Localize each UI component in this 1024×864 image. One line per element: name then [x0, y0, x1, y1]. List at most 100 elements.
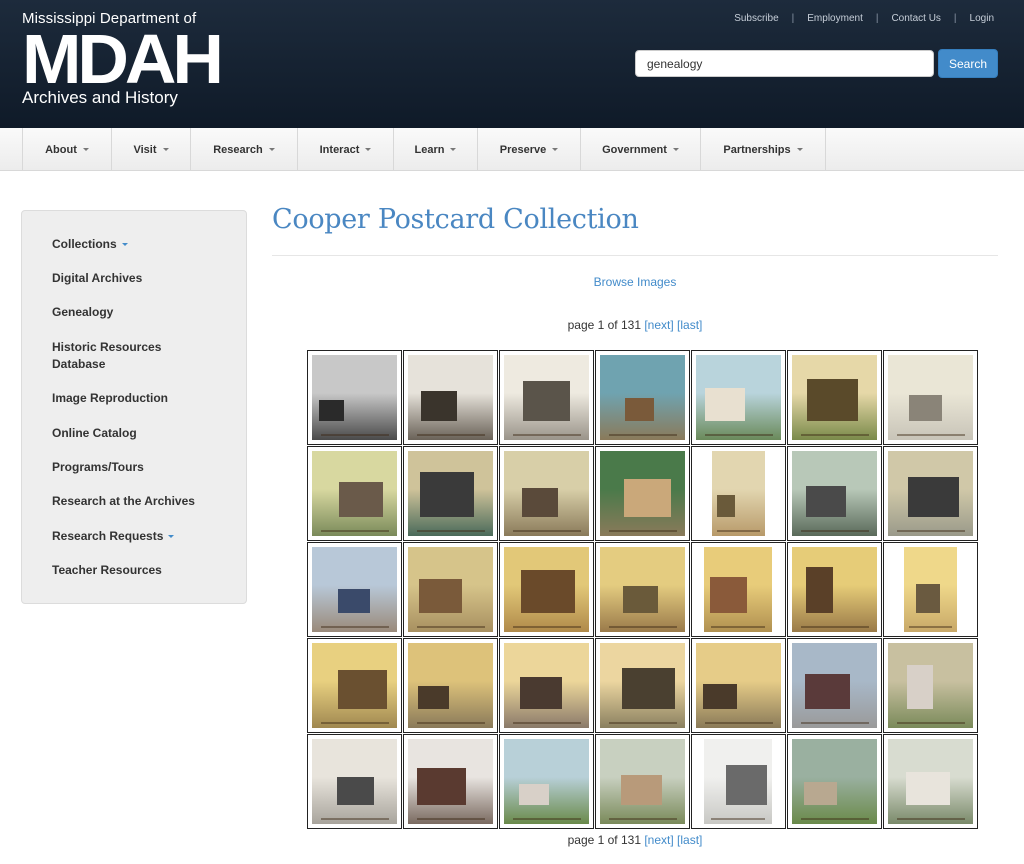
nav-item-visit[interactable]: Visit: [112, 128, 191, 171]
pager-next-link[interactable]: [next]: [644, 833, 673, 847]
sidebar: Collections Digital Archives Genealogy H…: [21, 210, 247, 604]
subscribe-link[interactable]: Subscribe: [734, 13, 778, 24]
postcard-thumbnail[interactable]: [595, 542, 690, 637]
sidebar-item-research-requests[interactable]: Research Requests: [52, 528, 175, 545]
sidebar-item-label: Teacher Resources: [52, 563, 162, 577]
postcard-image: [792, 355, 877, 440]
postcard-thumbnail[interactable]: [499, 350, 594, 445]
postcard-thumbnail[interactable]: [595, 734, 690, 829]
contact-us-link[interactable]: Contact Us: [891, 13, 940, 24]
sidebar-item-collections[interactable]: Collections: [52, 236, 128, 253]
postcard-image: [504, 643, 589, 728]
sidebar-item-image-reproduction[interactable]: Image Reproduction: [52, 390, 168, 407]
postcard-thumbnail[interactable]: [595, 638, 690, 733]
postcard-thumbnail[interactable]: [499, 542, 594, 637]
postcard-thumbnail[interactable]: [403, 638, 498, 733]
postcard-thumbnail[interactable]: [307, 446, 402, 541]
postcard-thumbnail[interactable]: [403, 446, 498, 541]
postcard-image: [888, 739, 973, 824]
nav-item-about[interactable]: About: [23, 128, 112, 171]
postcard-thumbnail[interactable]: [307, 542, 402, 637]
caret-down-icon: [552, 148, 559, 151]
nav-item-partnerships[interactable]: Partnerships: [701, 128, 826, 171]
postcard-thumbnail[interactable]: [595, 350, 690, 445]
pager-next-link[interactable]: [next]: [644, 318, 673, 332]
postcard-image: [504, 739, 589, 824]
postcard-thumbnail[interactable]: [691, 446, 786, 541]
sidebar-item-label: Collections: [52, 237, 117, 251]
caret-down-icon: [796, 148, 803, 151]
search-input[interactable]: [635, 50, 934, 77]
nav-item-research[interactable]: Research: [191, 128, 298, 171]
postcard-thumbnail[interactable]: [787, 446, 882, 541]
postcard-image: [312, 643, 397, 728]
postcard-thumbnail[interactable]: [691, 350, 786, 445]
caret-down-icon: [365, 148, 372, 151]
postcard-thumbnail[interactable]: [595, 446, 690, 541]
nav-label: Interact: [319, 143, 360, 156]
mdah-logo[interactable]: Mississippi Department of MDAH Archives …: [22, 10, 224, 108]
nav-item-preserve[interactable]: Preserve: [478, 128, 581, 171]
postcard-image: [408, 643, 493, 728]
postcard-image: [600, 355, 685, 440]
postcard-thumbnail[interactable]: [691, 542, 786, 637]
postcard-thumbnail[interactable]: [883, 542, 978, 637]
postcard-image: [888, 451, 973, 536]
site-header: Mississippi Department of MDAH Archives …: [0, 0, 1024, 128]
sidebar-item-historic-resources[interactable]: Historic Resources Database: [52, 339, 192, 373]
postcard-image: [792, 547, 877, 632]
postcard-thumbnail[interactable]: [403, 734, 498, 829]
sidebar-item-label: Digital Archives: [52, 271, 143, 285]
search-button[interactable]: Search: [938, 49, 998, 78]
postcard-image: [312, 547, 397, 632]
postcard-image: [408, 739, 493, 824]
postcard-image: [888, 355, 973, 440]
sidebar-item-teacher-resources[interactable]: Teacher Resources: [52, 562, 162, 579]
postcard-thumbnail[interactable]: [499, 638, 594, 733]
postcard-thumbnail[interactable]: [403, 542, 498, 637]
postcard-image: [600, 643, 685, 728]
caret-down-icon: [450, 148, 457, 151]
postcard-image: [792, 643, 877, 728]
postcard-image: [312, 355, 397, 440]
pager-last-link[interactable]: [last]: [677, 833, 702, 847]
postcard-thumbnail[interactable]: [499, 446, 594, 541]
postcard-thumbnail[interactable]: [787, 350, 882, 445]
postcard-image: [712, 451, 765, 536]
pager-top: page 1 of 131 [next] [last]: [272, 318, 998, 332]
postcard-thumbnail[interactable]: [307, 734, 402, 829]
pager-text: page 1 of 131: [567, 833, 641, 847]
sidebar-item-research-at-archives[interactable]: Research at the Archives: [52, 493, 195, 510]
postcard-thumbnail[interactable]: [787, 638, 882, 733]
pager-last-link[interactable]: [last]: [677, 318, 702, 332]
sidebar-item-programs-tours[interactable]: Programs/Tours: [52, 459, 144, 476]
nav-item-government[interactable]: Government: [581, 128, 701, 171]
postcard-thumbnail[interactable]: [499, 734, 594, 829]
sidebar-item-label: Image Reproduction: [52, 391, 169, 405]
employment-link[interactable]: Employment: [807, 13, 863, 24]
postcard-thumbnail[interactable]: [691, 638, 786, 733]
postcard-thumbnail[interactable]: [883, 734, 978, 829]
caret-down-icon: [672, 148, 679, 151]
postcard-thumbnail[interactable]: [883, 350, 978, 445]
login-link[interactable]: Login: [970, 13, 994, 24]
sidebar-item-label: Genealogy: [52, 305, 114, 319]
postcard-thumbnail[interactable]: [787, 542, 882, 637]
browse-images-link-text[interactable]: Browse Images: [594, 275, 677, 289]
nav-item-interact[interactable]: Interact: [298, 128, 394, 171]
postcard-thumbnail[interactable]: [307, 350, 402, 445]
postcard-thumbnail[interactable]: [691, 734, 786, 829]
postcard-thumbnail[interactable]: [787, 734, 882, 829]
postcard-image: [504, 547, 589, 632]
sidebar-item-online-catalog[interactable]: Online Catalog: [52, 425, 137, 442]
postcard-image: [408, 451, 493, 536]
nav-item-learn[interactable]: Learn: [394, 128, 478, 171]
postcard-thumbnail[interactable]: [883, 638, 978, 733]
sidebar-item-genealogy[interactable]: Genealogy: [52, 304, 113, 321]
postcard-thumbnail[interactable]: [403, 350, 498, 445]
sidebar-item-label: Programs/Tours: [52, 460, 144, 474]
sidebar-item-digital-archives[interactable]: Digital Archives: [52, 270, 142, 287]
postcard-thumbnail[interactable]: [307, 638, 402, 733]
divider: |: [791, 13, 795, 24]
postcard-thumbnail[interactable]: [883, 446, 978, 541]
